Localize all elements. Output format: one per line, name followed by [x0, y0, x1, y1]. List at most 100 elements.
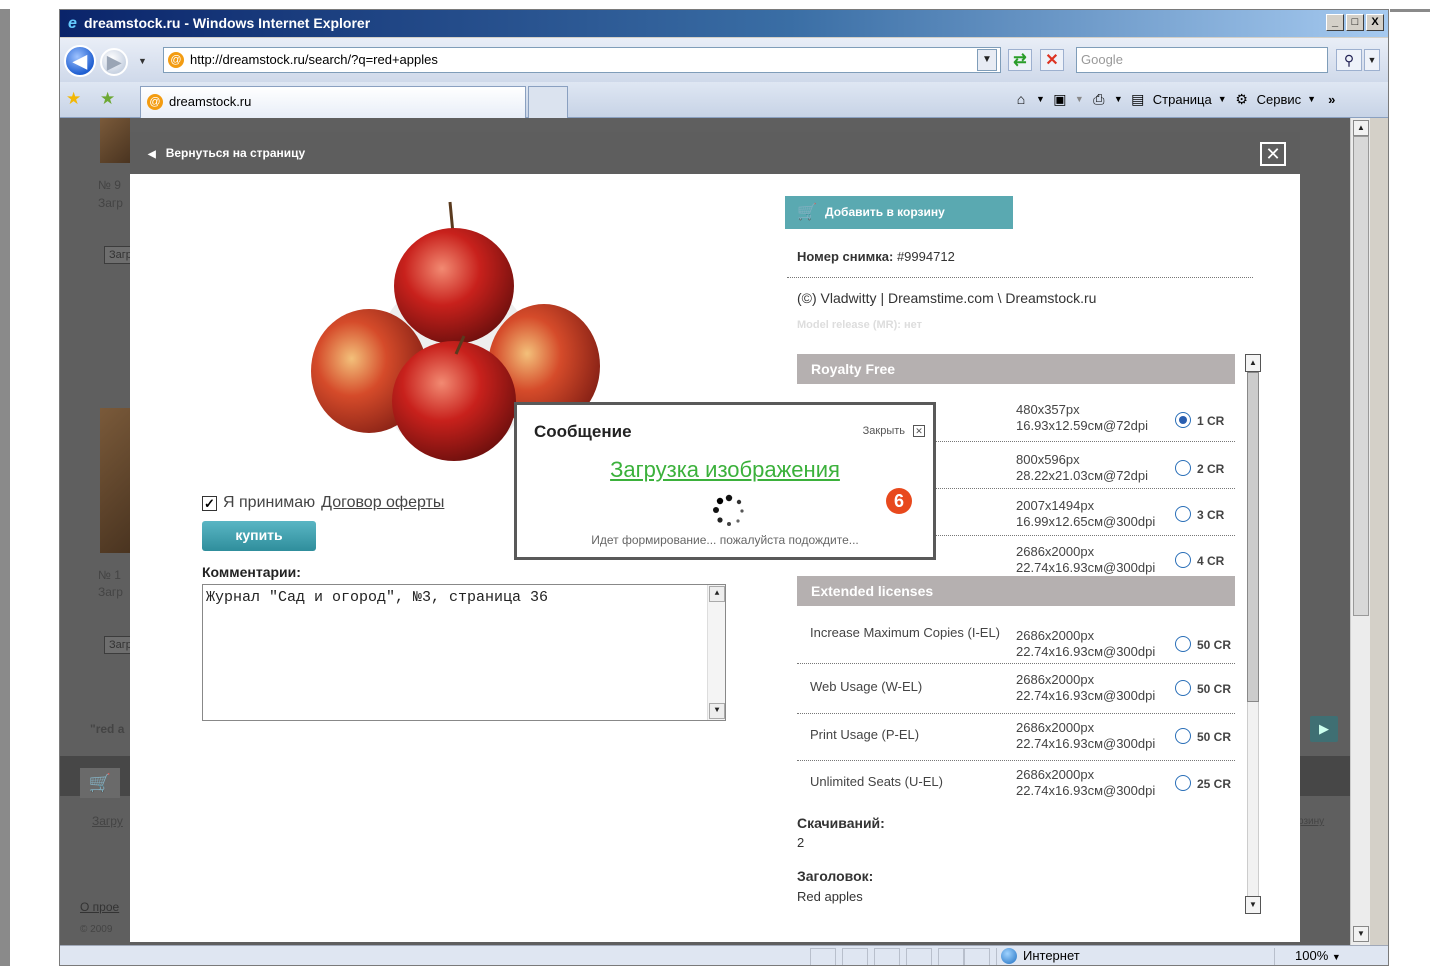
forward-button[interactable]: ▶ — [100, 48, 128, 76]
close-window-button[interactable]: X — [1366, 14, 1384, 31]
tab-bar: ★ ★ @ dreamstock.ru ⌂ ▼ ▣ ▼ ⎙ ▼ ▤ Страница ▼… — [60, 82, 1388, 118]
refresh-button[interactable]: ⇄ — [1008, 49, 1032, 71]
search-input[interactable]: Google — [1076, 47, 1328, 73]
extended-license-row[interactable]: Increase Maximum Copies (I-EL) 2686x2000… — [797, 606, 1235, 664]
lightbox-close-icon[interactable]: ✕ — [1260, 142, 1286, 166]
extended-license-name: Print Usage (P-EL) — [810, 727, 920, 742]
offer-contract-link[interactable]: Договор оферты — [321, 494, 444, 512]
license-radio[interactable] — [1175, 460, 1191, 476]
maximize-button[interactable]: □ — [1346, 14, 1364, 31]
window-title: dreamstock.ru - Windows Internet Explore… — [84, 15, 371, 31]
license-size: 2686x2000px — [1016, 544, 1095, 559]
tools-menu[interactable]: Сервис — [1257, 92, 1302, 107]
license-radio[interactable] — [1175, 552, 1191, 568]
add-favorites-icon[interactable]: ★ — [100, 89, 115, 109]
extended-licenses-header: Extended licenses — [797, 576, 1235, 606]
license-scroll-thumb[interactable] — [1247, 372, 1259, 702]
page-scroll-up-icon[interactable]: ▲ — [1353, 120, 1369, 136]
page-scroll-thumb[interactable] — [1353, 136, 1369, 616]
license-radio[interactable] — [1175, 680, 1191, 696]
back-label: Вернуться на страницу — [165, 146, 306, 160]
bg-footer-link[interactable]: Загру — [92, 814, 123, 828]
zoom-value: 100% — [1295, 948, 1329, 963]
license-dims: 16.99x12.65см@300dpi — [1016, 514, 1156, 529]
tab-dreamstock[interactable]: @ dreamstock.ru — [140, 86, 526, 118]
agree-checkbox[interactable]: ✓ — [202, 495, 217, 511]
status-cell — [810, 948, 836, 965]
photo-credit: (©) Vladwitty | Dreamstime.com \ Dreamst… — [797, 290, 1097, 306]
bg-copyright: © 2009 — [80, 924, 113, 935]
message-close-icon[interactable]: ✕ — [913, 425, 925, 437]
comments-scrollbar[interactable]: ▲ ▼ — [707, 585, 725, 720]
bg-about-link[interactable]: О прое — [80, 900, 119, 914]
more-chevron-icon[interactable]: » — [1328, 92, 1335, 107]
license-scroll-up-icon[interactable]: ▲ — [1245, 354, 1261, 372]
page-menu[interactable]: Страница — [1153, 92, 1212, 107]
page-icon: ▤ — [1131, 91, 1145, 107]
cart-icon: 🛒 — [797, 204, 817, 221]
comments-scroll-up-icon[interactable]: ▲ — [709, 586, 725, 602]
buy-button[interactable]: купить — [202, 521, 316, 551]
add-to-cart-button[interactable]: 🛒 Добавить в корзину — [785, 196, 1013, 229]
license-credits: 4 CR — [1197, 554, 1225, 568]
license-credits: 25 CR — [1197, 777, 1232, 791]
back-to-page-link[interactable]: ◀ Вернуться на страницу — [148, 146, 305, 160]
photo-number: Номер снимка: #9994712 — [797, 249, 955, 264]
extended-license-row[interactable]: Unlimited Seats (U-EL) 2686x2000px 22.74… — [797, 761, 1235, 808]
license-radio[interactable] — [1175, 728, 1191, 744]
license-scroll-down-icon[interactable]: ▼ — [1245, 896, 1261, 914]
license-radio[interactable] — [1175, 506, 1191, 522]
message-hint: Идет формирование... пожалуйста подождит… — [591, 533, 859, 547]
license-radio[interactable] — [1175, 412, 1191, 428]
zone-label: Интернет — [1023, 948, 1080, 963]
desktop-edge-left — [0, 9, 10, 966]
page-scrollbar[interactable]: ▲ ▼ — [1350, 118, 1370, 945]
royalty-free-header: Royalty Free — [797, 354, 1235, 384]
comments-scroll-down-icon[interactable]: ▼ — [709, 703, 725, 719]
loading-image-link[interactable]: Загрузка изображения — [517, 457, 933, 483]
print-icon[interactable]: ⎙ — [1090, 90, 1108, 108]
address-bar: ◀ ▶ ▼ @ http://dreamstock.ru/search/?q=r… — [60, 38, 1388, 82]
status-cell — [842, 948, 868, 965]
background-thumbnail-2 — [100, 408, 130, 553]
message-title: Сообщение — [534, 422, 632, 441]
license-radio[interactable] — [1175, 636, 1191, 652]
history-dropdown-icon[interactable]: ▼ — [138, 56, 147, 66]
comments-textarea[interactable]: Журнал "Сад и огород", №3, страница 36 ▲… — [202, 584, 726, 721]
extended-license-row[interactable]: Web Usage (W-EL) 2686x2000px 22.74x16.93… — [797, 664, 1235, 714]
page-scroll-down-icon[interactable]: ▼ — [1353, 926, 1369, 942]
feeds-icon[interactable]: ▣ — [1051, 90, 1069, 108]
url-dropdown-button[interactable]: ▼ — [977, 49, 997, 71]
favorites-star-icon[interactable]: ★ — [66, 89, 81, 109]
extended-license-name: Web Usage (W-EL) — [810, 679, 923, 694]
bg-next-page-icon[interactable]: ▶ — [1310, 716, 1338, 742]
security-zone[interactable]: Интернет — [996, 948, 1256, 965]
status-cell — [906, 948, 932, 965]
message-close-button[interactable]: Закрыть ✕ — [863, 425, 925, 437]
search-options-dropdown[interactable]: ▼ — [1364, 49, 1380, 71]
license-size: 2007x1494px — [1016, 498, 1095, 513]
agree-row: ✓ Я принимаю Договор оферты — [202, 494, 444, 512]
stop-button[interactable]: ✕ — [1040, 49, 1064, 71]
bg-cart-link[interactable]: рзину — [1298, 816, 1324, 827]
minimize-button[interactable]: _ — [1326, 14, 1344, 31]
tab-label: dreamstock.ru — [169, 94, 252, 109]
license-dims: 28.22x21.03см@72dpi — [1016, 468, 1149, 483]
extended-license-row[interactable]: Print Usage (P-EL) 2686x2000px 22.74x16.… — [797, 714, 1235, 761]
license-dims: 22.74x16.93см@300dpi — [1016, 688, 1156, 703]
new-tab-button[interactable] — [528, 86, 568, 118]
url-input[interactable]: @ http://dreamstock.ru/search/?q=red+app… — [163, 47, 1001, 73]
license-scrollbar[interactable]: ▲ ▼ — [1243, 354, 1263, 914]
browser-window: e dreamstock.ru - Windows Internet Explo… — [59, 9, 1389, 966]
back-button[interactable]: ◀ — [64, 45, 96, 77]
zoom-level[interactable]: 100% ▼ — [1274, 948, 1341, 965]
divider — [787, 277, 1253, 278]
page-viewport: № 9 Загр Загр № 1 Загр Загр "red a ▶ 🛒 З… — [60, 118, 1370, 945]
comments-label: Комментарии: — [202, 564, 301, 580]
home-icon[interactable]: ⌂ — [1012, 90, 1030, 108]
comments-value: Журнал "Сад и огород", №3, страница 36 — [206, 589, 549, 606]
license-radio[interactable] — [1175, 775, 1191, 791]
search-button[interactable]: ⚲ — [1336, 49, 1362, 71]
bg-item-number: № 9 — [98, 178, 121, 192]
license-credits: 50 CR — [1197, 682, 1232, 696]
